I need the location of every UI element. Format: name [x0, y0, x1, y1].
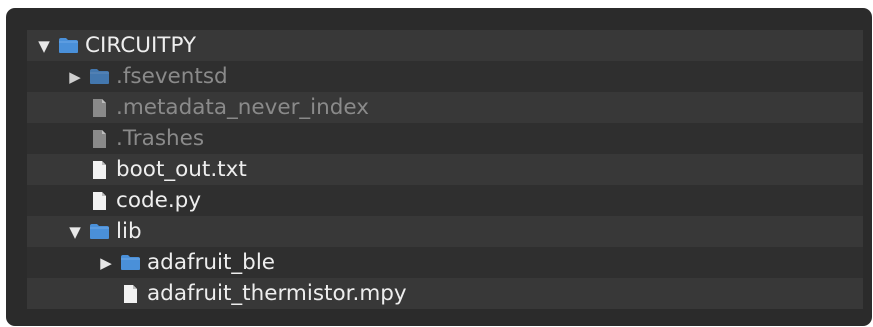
finder-window: ▼ CIRCUITPY ▶ .fseventsd .metadata_never_ind…: [6, 8, 872, 326]
tree-row[interactable]: adafruit_thermistor.mpy: [27, 278, 863, 309]
tree-item-label: boot_out.txt: [116, 156, 247, 182]
tree-item-label: code.py: [116, 187, 202, 213]
tree-item-label: .fseventsd: [116, 63, 228, 89]
folder-icon: [88, 66, 110, 88]
folder-icon: [88, 221, 110, 243]
tree-row[interactable]: ▼ CIRCUITPY: [27, 30, 863, 61]
tree-item-label: CIRCUITPY: [85, 32, 197, 58]
tree-row[interactable]: boot_out.txt: [27, 154, 863, 185]
tree-item-label: adafruit_ble: [147, 249, 276, 275]
file-icon: [88, 159, 110, 181]
disclosure-expanded-icon[interactable]: ▼: [35, 37, 53, 55]
tree-row[interactable]: .Trashes: [27, 123, 863, 154]
tree-row[interactable]: code.py: [27, 185, 863, 216]
file-tree: ▼ CIRCUITPY ▶ .fseventsd .metadata_never_ind…: [27, 30, 863, 309]
folder-icon: [119, 252, 141, 274]
tree-item-label: lib: [116, 218, 142, 244]
tree-item-label: adafruit_thermistor.mpy: [147, 280, 407, 306]
tree-item-label: .metadata_never_index: [116, 94, 370, 120]
tree-row[interactable]: ▶ adafruit_ble: [27, 247, 863, 278]
file-icon: [119, 283, 141, 305]
tree-item-label: .Trashes: [116, 125, 205, 151]
file-icon: [88, 97, 110, 119]
file-icon: [88, 128, 110, 150]
tree-row[interactable]: ▼ lib: [27, 216, 863, 247]
tree-row[interactable]: .metadata_never_index: [27, 92, 863, 123]
disclosure-collapsed-icon[interactable]: ▶: [97, 254, 115, 272]
tree-row[interactable]: ▶ .fseventsd: [27, 61, 863, 92]
file-icon: [88, 190, 110, 212]
folder-icon: [57, 35, 79, 57]
disclosure-collapsed-icon[interactable]: ▶: [66, 68, 84, 86]
disclosure-expanded-icon[interactable]: ▼: [66, 223, 84, 241]
